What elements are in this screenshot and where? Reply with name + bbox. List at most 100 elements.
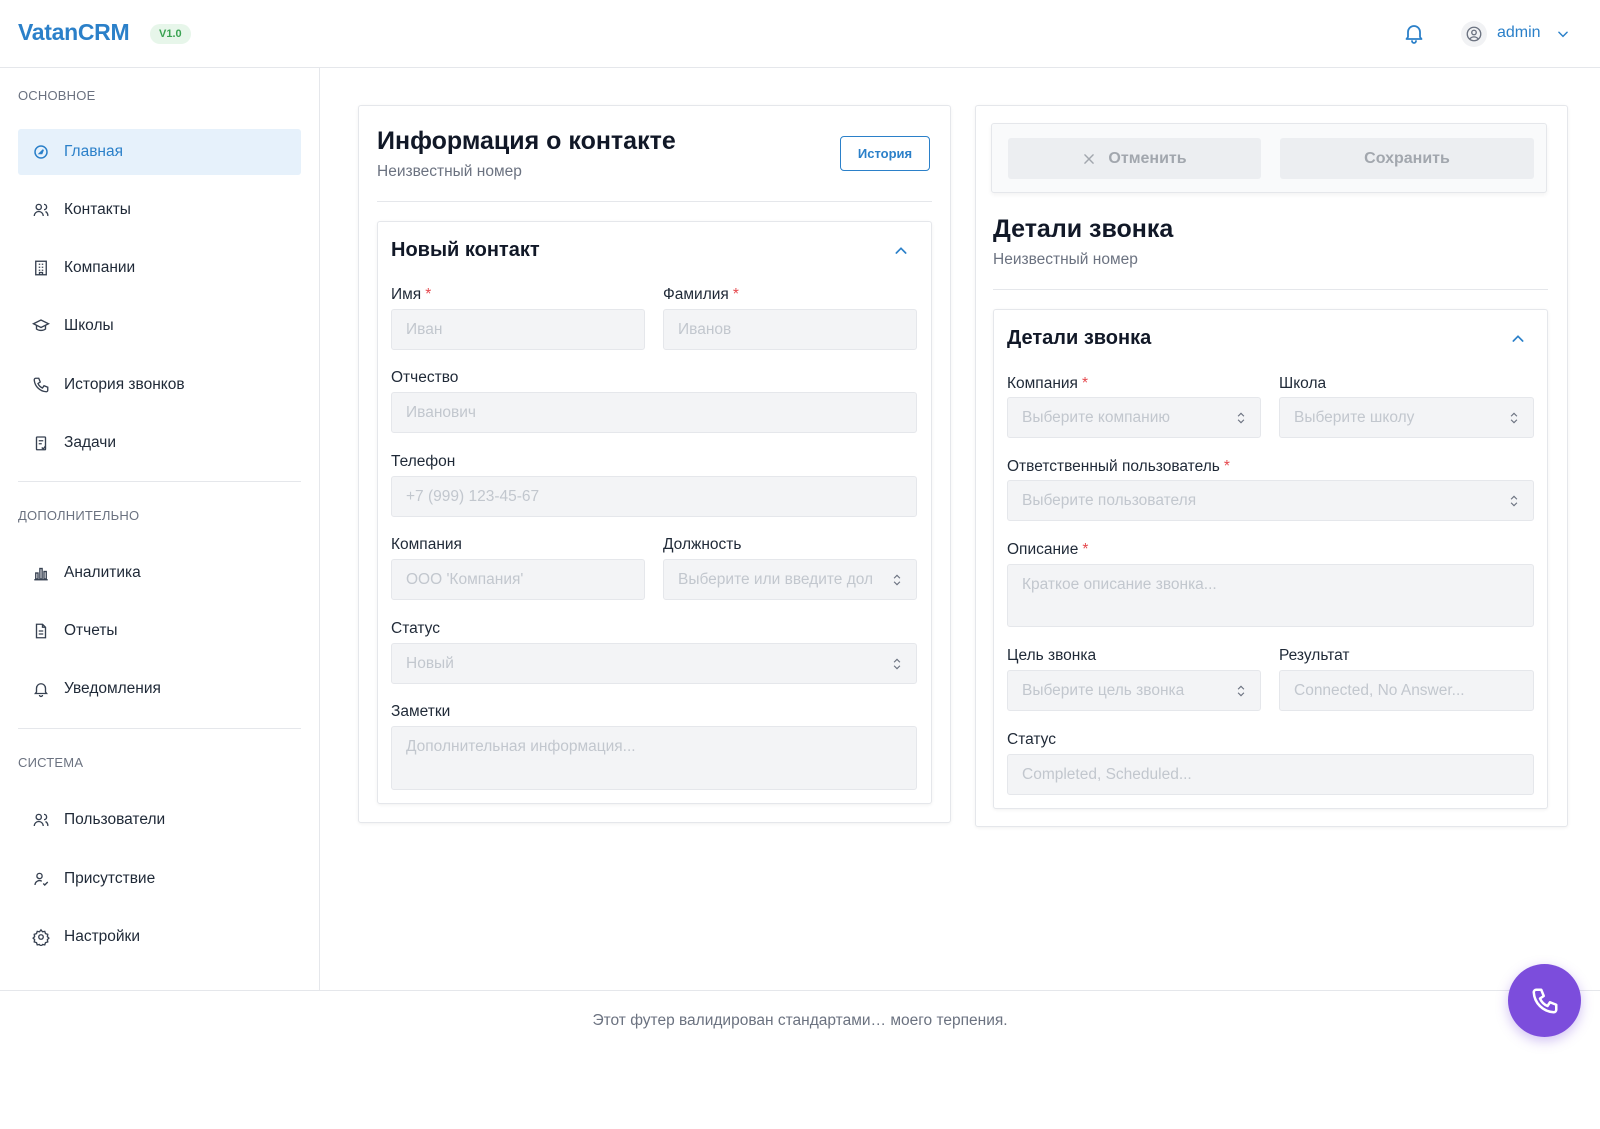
sidebar-section-additional: ДОПОЛНИТЕЛЬНО bbox=[18, 508, 140, 523]
phone-icon bbox=[32, 376, 50, 394]
call-purpose-select-value: Выберите цель звонка bbox=[1022, 681, 1185, 699]
sidebar-divider bbox=[18, 481, 301, 482]
card-divider bbox=[993, 289, 1548, 290]
sidebar-divider bbox=[18, 728, 301, 729]
call-status-label: Статус bbox=[1007, 731, 1056, 748]
last-name-field[interactable]: Иванов bbox=[663, 309, 917, 350]
dashboard-icon bbox=[32, 143, 50, 161]
select-updown-icon bbox=[890, 656, 904, 672]
sidebar-item-presence[interactable]: Присутствие bbox=[18, 856, 301, 902]
school-select-value: Выберите школу bbox=[1294, 408, 1415, 426]
call-details-section-title: Детали звонка bbox=[1007, 327, 1152, 349]
user-avatar-icon[interactable] bbox=[1461, 21, 1487, 47]
status-label: Статус bbox=[391, 620, 440, 637]
sidebar-item-label: Школы bbox=[64, 317, 114, 334]
building-icon bbox=[32, 259, 50, 277]
users-icon bbox=[32, 811, 50, 829]
sidebar-item-label: Присутствие bbox=[64, 870, 156, 887]
save-button[interactable]: Сохранить bbox=[1280, 138, 1534, 179]
call-purpose-select[interactable]: Выберите цель звонка bbox=[1007, 670, 1261, 711]
card-divider bbox=[377, 201, 932, 202]
gear-icon bbox=[32, 928, 50, 946]
sidebar-item-label: Компании bbox=[64, 259, 136, 276]
sidebar-section-main: ОСНОВНОЕ bbox=[18, 88, 96, 103]
sidebar-item-analytics[interactable]: Аналитика bbox=[18, 550, 301, 596]
sidebar-item-notifications[interactable]: Уведомления bbox=[18, 666, 301, 712]
first-name-field[interactable]: Иван bbox=[391, 309, 645, 350]
status-select[interactable]: Новый bbox=[391, 643, 917, 684]
sidebar-item-label: Настройки bbox=[64, 928, 141, 945]
user-menu-name[interactable]: admin bbox=[1497, 24, 1541, 42]
close-icon bbox=[1082, 152, 1096, 166]
brand-logo[interactable]: VatanCRM bbox=[18, 19, 130, 46]
phone-field[interactable]: +7 (999) 123-45-67 bbox=[391, 476, 917, 517]
sidebar-item-reports[interactable]: Отчеты bbox=[18, 608, 301, 654]
call-company-select[interactable]: Выберите компанию bbox=[1007, 397, 1261, 438]
document-icon bbox=[32, 622, 50, 640]
school-select[interactable]: Выберите школу bbox=[1279, 397, 1534, 438]
sidebar-item-home[interactable]: Главная bbox=[18, 129, 301, 175]
sidebar: ОСНОВНОЕ Главная Контакты Компании Школы… bbox=[0, 68, 320, 990]
cancel-button-label: Отменить bbox=[1108, 149, 1187, 167]
call-fab-button[interactable] bbox=[1508, 964, 1581, 1037]
call-company-select-value: Выберите компанию bbox=[1022, 408, 1171, 426]
footer-divider bbox=[0, 990, 1600, 991]
call-card-subtitle: Неизвестный номер bbox=[993, 251, 1138, 268]
position-label: Должность bbox=[663, 536, 742, 553]
select-updown-icon bbox=[1234, 683, 1248, 699]
sidebar-item-tasks[interactable]: Задачи bbox=[18, 420, 301, 466]
sidebar-item-companies[interactable]: Компании bbox=[18, 245, 301, 291]
select-updown-icon bbox=[1507, 410, 1521, 426]
sidebar-item-label: Уведомления bbox=[64, 680, 161, 697]
call-purpose-label: Цель звонка bbox=[1007, 647, 1097, 664]
description-textarea[interactable]: Краткое описание звонка... bbox=[1007, 564, 1534, 627]
responsible-user-select-value: Выберите пользователя bbox=[1022, 491, 1197, 509]
responsible-user-select[interactable]: Выберите пользователя bbox=[1007, 480, 1534, 521]
position-select-value: Выберите или введите дол bbox=[678, 570, 874, 588]
description-label: Описание * bbox=[1007, 541, 1089, 558]
sidebar-item-label: Отчеты bbox=[64, 622, 118, 639]
notifications-bell-icon[interactable] bbox=[1402, 21, 1426, 45]
sidebar-item-label: История звонков bbox=[64, 376, 185, 393]
new-contact-section-title: Новый контакт bbox=[391, 239, 540, 261]
first-name-label: Имя * bbox=[391, 286, 432, 303]
cancel-button[interactable]: Отменить bbox=[1008, 138, 1261, 179]
sidebar-item-call-history[interactable]: История звонков bbox=[18, 362, 301, 408]
sidebar-item-label: Аналитика bbox=[64, 564, 141, 581]
collapse-chevron-up-icon[interactable] bbox=[893, 243, 909, 259]
bar-chart-icon bbox=[32, 564, 50, 582]
result-field[interactable]: Connected, No Answer... bbox=[1279, 670, 1534, 711]
bell-icon bbox=[32, 680, 50, 698]
notes-textarea[interactable]: Дополнительная информация... bbox=[391, 726, 917, 790]
patronymic-label: Отчество bbox=[391, 369, 459, 386]
graduation-cap-icon bbox=[32, 317, 50, 335]
sidebar-item-settings[interactable]: Настройки bbox=[18, 914, 301, 960]
contacts-icon bbox=[32, 201, 50, 219]
version-badge: V1.0 bbox=[150, 24, 191, 44]
chevron-down-icon[interactable] bbox=[1556, 27, 1570, 41]
notes-label: Заметки bbox=[391, 703, 451, 720]
phone-icon bbox=[1530, 986, 1560, 1016]
school-label: Школа bbox=[1279, 375, 1327, 392]
top-header: VatanCRM V1.0 admin bbox=[0, 0, 1600, 68]
sidebar-item-users[interactable]: Пользователи bbox=[18, 797, 301, 843]
company-field[interactable]: ООО 'Компания' bbox=[391, 559, 645, 600]
result-label: Результат bbox=[1279, 647, 1350, 664]
call-company-label: Компания * bbox=[1007, 375, 1088, 392]
sidebar-item-label: Контакты bbox=[64, 201, 131, 218]
phone-label: Телефон bbox=[391, 453, 456, 470]
user-check-icon bbox=[32, 870, 50, 888]
company-label: Компания bbox=[391, 536, 462, 553]
call-status-field[interactable]: Completed, Scheduled... bbox=[1007, 754, 1534, 795]
select-updown-icon bbox=[1234, 410, 1248, 426]
sidebar-section-system: СИСТЕМА bbox=[18, 755, 84, 770]
contact-card-title: Информация о контакте bbox=[377, 127, 676, 155]
sidebar-item-contacts[interactable]: Контакты bbox=[18, 187, 301, 233]
history-button[interactable]: История bbox=[840, 136, 930, 171]
collapse-chevron-up-icon[interactable] bbox=[1510, 331, 1526, 347]
position-select[interactable]: Выберите или введите дол bbox=[663, 559, 917, 600]
sidebar-item-schools[interactable]: Школы bbox=[18, 303, 301, 349]
call-card-title: Детали звонка bbox=[993, 215, 1174, 243]
patronymic-field[interactable]: Иванович bbox=[391, 392, 917, 433]
clipboard-icon bbox=[32, 434, 50, 452]
